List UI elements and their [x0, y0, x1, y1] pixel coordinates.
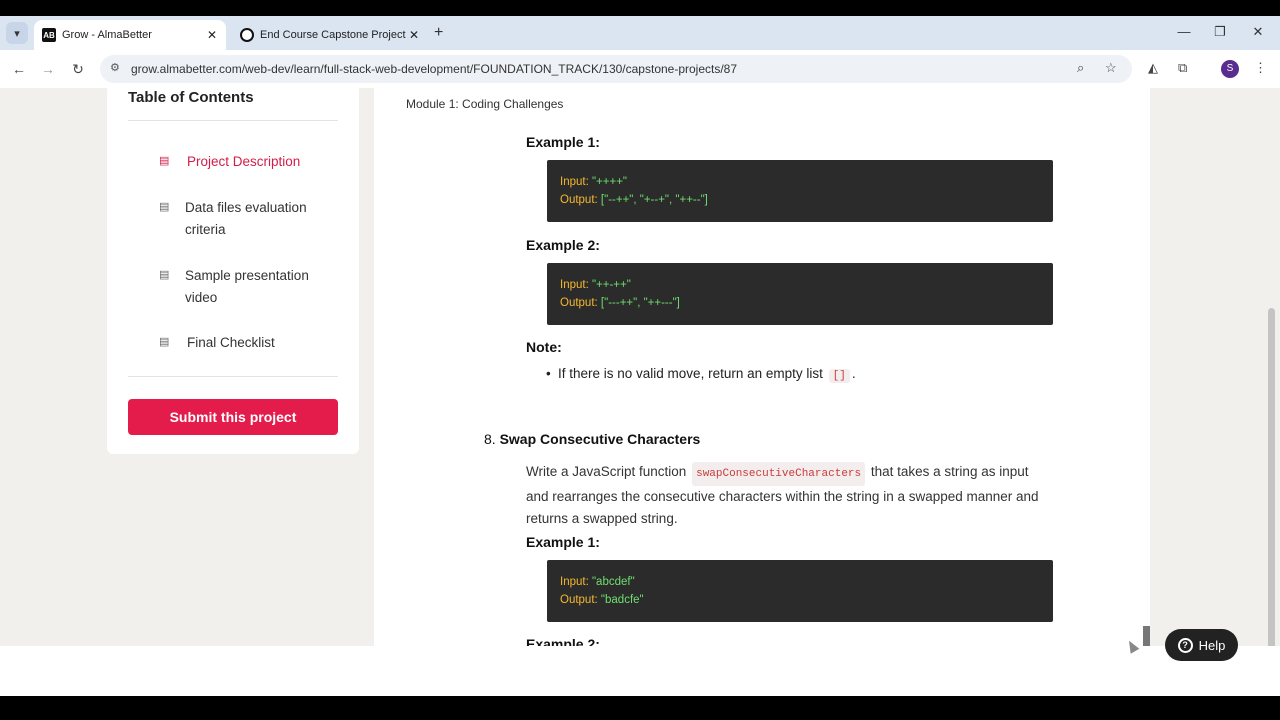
- close-tab-icon[interactable]: ✕: [204, 28, 220, 42]
- example-title: Example 2:: [526, 636, 600, 646]
- question-icon: ?: [1177, 637, 1193, 653]
- url-text[interactable]: grow.almabetter.com/web-dev/learn/full-s…: [131, 62, 737, 76]
- main-content: Module 1: Coding Challenges Example 1: I…: [374, 88, 1150, 646]
- almabetter-favicon-icon: AB: [42, 28, 56, 42]
- close-tab-icon[interactable]: ✕: [406, 28, 422, 42]
- inline-code: swapConsecutiveCharacters: [692, 462, 866, 486]
- menu-kebab-icon[interactable]: ⋮: [1254, 60, 1267, 76]
- tab-title: Grow - AlmaBetter: [62, 29, 152, 41]
- address-bar[interactable]: ⚙ grow.almabetter.com/web-dev/learn/full…: [100, 55, 1132, 83]
- description-paragraph: Write a JavaScript function swapConsecut…: [526, 462, 1039, 526]
- restore-icon[interactable]: ❐: [1210, 24, 1230, 40]
- note-bullet: If there is no valid move, return an emp…: [546, 366, 856, 383]
- example-title: Example 1:: [526, 134, 600, 150]
- example-title: Example 2:: [526, 237, 600, 253]
- zoom-icon[interactable]: ⌕: [1077, 60, 1084, 76]
- document-icon: ▤: [159, 155, 170, 167]
- toc-item-data-files[interactable]: Data files evaluation criteria: [185, 197, 335, 241]
- browser-window: ▾ AB Grow - AlmaBetter ✕ End Course Caps…: [0, 0, 1280, 720]
- toc-item-sample-video[interactable]: Sample presentation video: [185, 265, 335, 309]
- extensions-puzzle-icon[interactable]: ⧉: [1178, 60, 1187, 76]
- example-title: Example 1:: [526, 534, 600, 550]
- code-block: Input: "++++" Output: ["--++", "+--+", "…: [547, 160, 1053, 222]
- tab-grow-almabetter[interactable]: AB Grow - AlmaBetter ✕: [34, 20, 226, 50]
- minimize-icon[interactable]: —: [1174, 24, 1194, 39]
- code-block: Input: "abcdef" Output: "badcfe": [547, 560, 1053, 622]
- section-heading: 8. Swap Consecutive Characters: [484, 431, 701, 447]
- site-info-icon[interactable]: ⚙: [110, 61, 120, 74]
- divider: [128, 376, 338, 377]
- note-title: Note:: [526, 339, 562, 355]
- code-block: Input: "++-++" Output: ["---++", "++---"…: [547, 263, 1053, 325]
- browser-toolbar: ← → ↻ ⚙ grow.almabetter.com/web-dev/lear…: [0, 50, 1280, 88]
- github-favicon-icon: [240, 28, 254, 42]
- performance-icon[interactable]: ◭: [1148, 60, 1158, 76]
- back-arrow-icon[interactable]: ←: [9, 59, 29, 79]
- help-button[interactable]: ? Help: [1165, 629, 1238, 661]
- toc-item-final-checklist[interactable]: Final Checklist: [187, 332, 357, 354]
- tab-strip: ▾ AB Grow - AlmaBetter ✕ End Course Caps…: [0, 16, 1280, 50]
- forward-arrow-icon[interactable]: →: [38, 59, 58, 79]
- profile-avatar[interactable]: S: [1221, 60, 1239, 78]
- page-footer-area: [0, 646, 1280, 696]
- page-scrollbar[interactable]: [1268, 308, 1275, 646]
- table-of-contents: Table of Contents ▤ Project Description …: [107, 88, 359, 454]
- bookmark-star-icon[interactable]: ☆: [1105, 60, 1117, 76]
- reload-icon[interactable]: ↻: [68, 59, 88, 79]
- document-icon: ▤: [159, 336, 170, 348]
- toc-item-project-description[interactable]: Project Description: [187, 151, 357, 173]
- toc-title: Table of Contents: [128, 89, 254, 106]
- document-icon: ▤: [159, 201, 170, 213]
- divider: [128, 120, 338, 121]
- page-viewport: Table of Contents ▤ Project Description …: [0, 88, 1280, 646]
- document-icon: ▤: [159, 269, 170, 281]
- tab-search-icon[interactable]: ▾: [6, 22, 28, 44]
- close-window-icon[interactable]: ✕: [1248, 24, 1268, 40]
- content-scrollbar-thumb[interactable]: [1143, 626, 1150, 646]
- tab-title: End Course Capstone Project -: [260, 29, 406, 41]
- inline-code: []: [828, 369, 850, 383]
- new-tab-plus-icon[interactable]: +: [434, 24, 443, 42]
- tab-capstone-project[interactable]: End Course Capstone Project - ✕: [232, 20, 428, 50]
- module-label: Module 1: Coding Challenges: [406, 97, 564, 111]
- submit-project-button[interactable]: Submit this project: [128, 399, 338, 435]
